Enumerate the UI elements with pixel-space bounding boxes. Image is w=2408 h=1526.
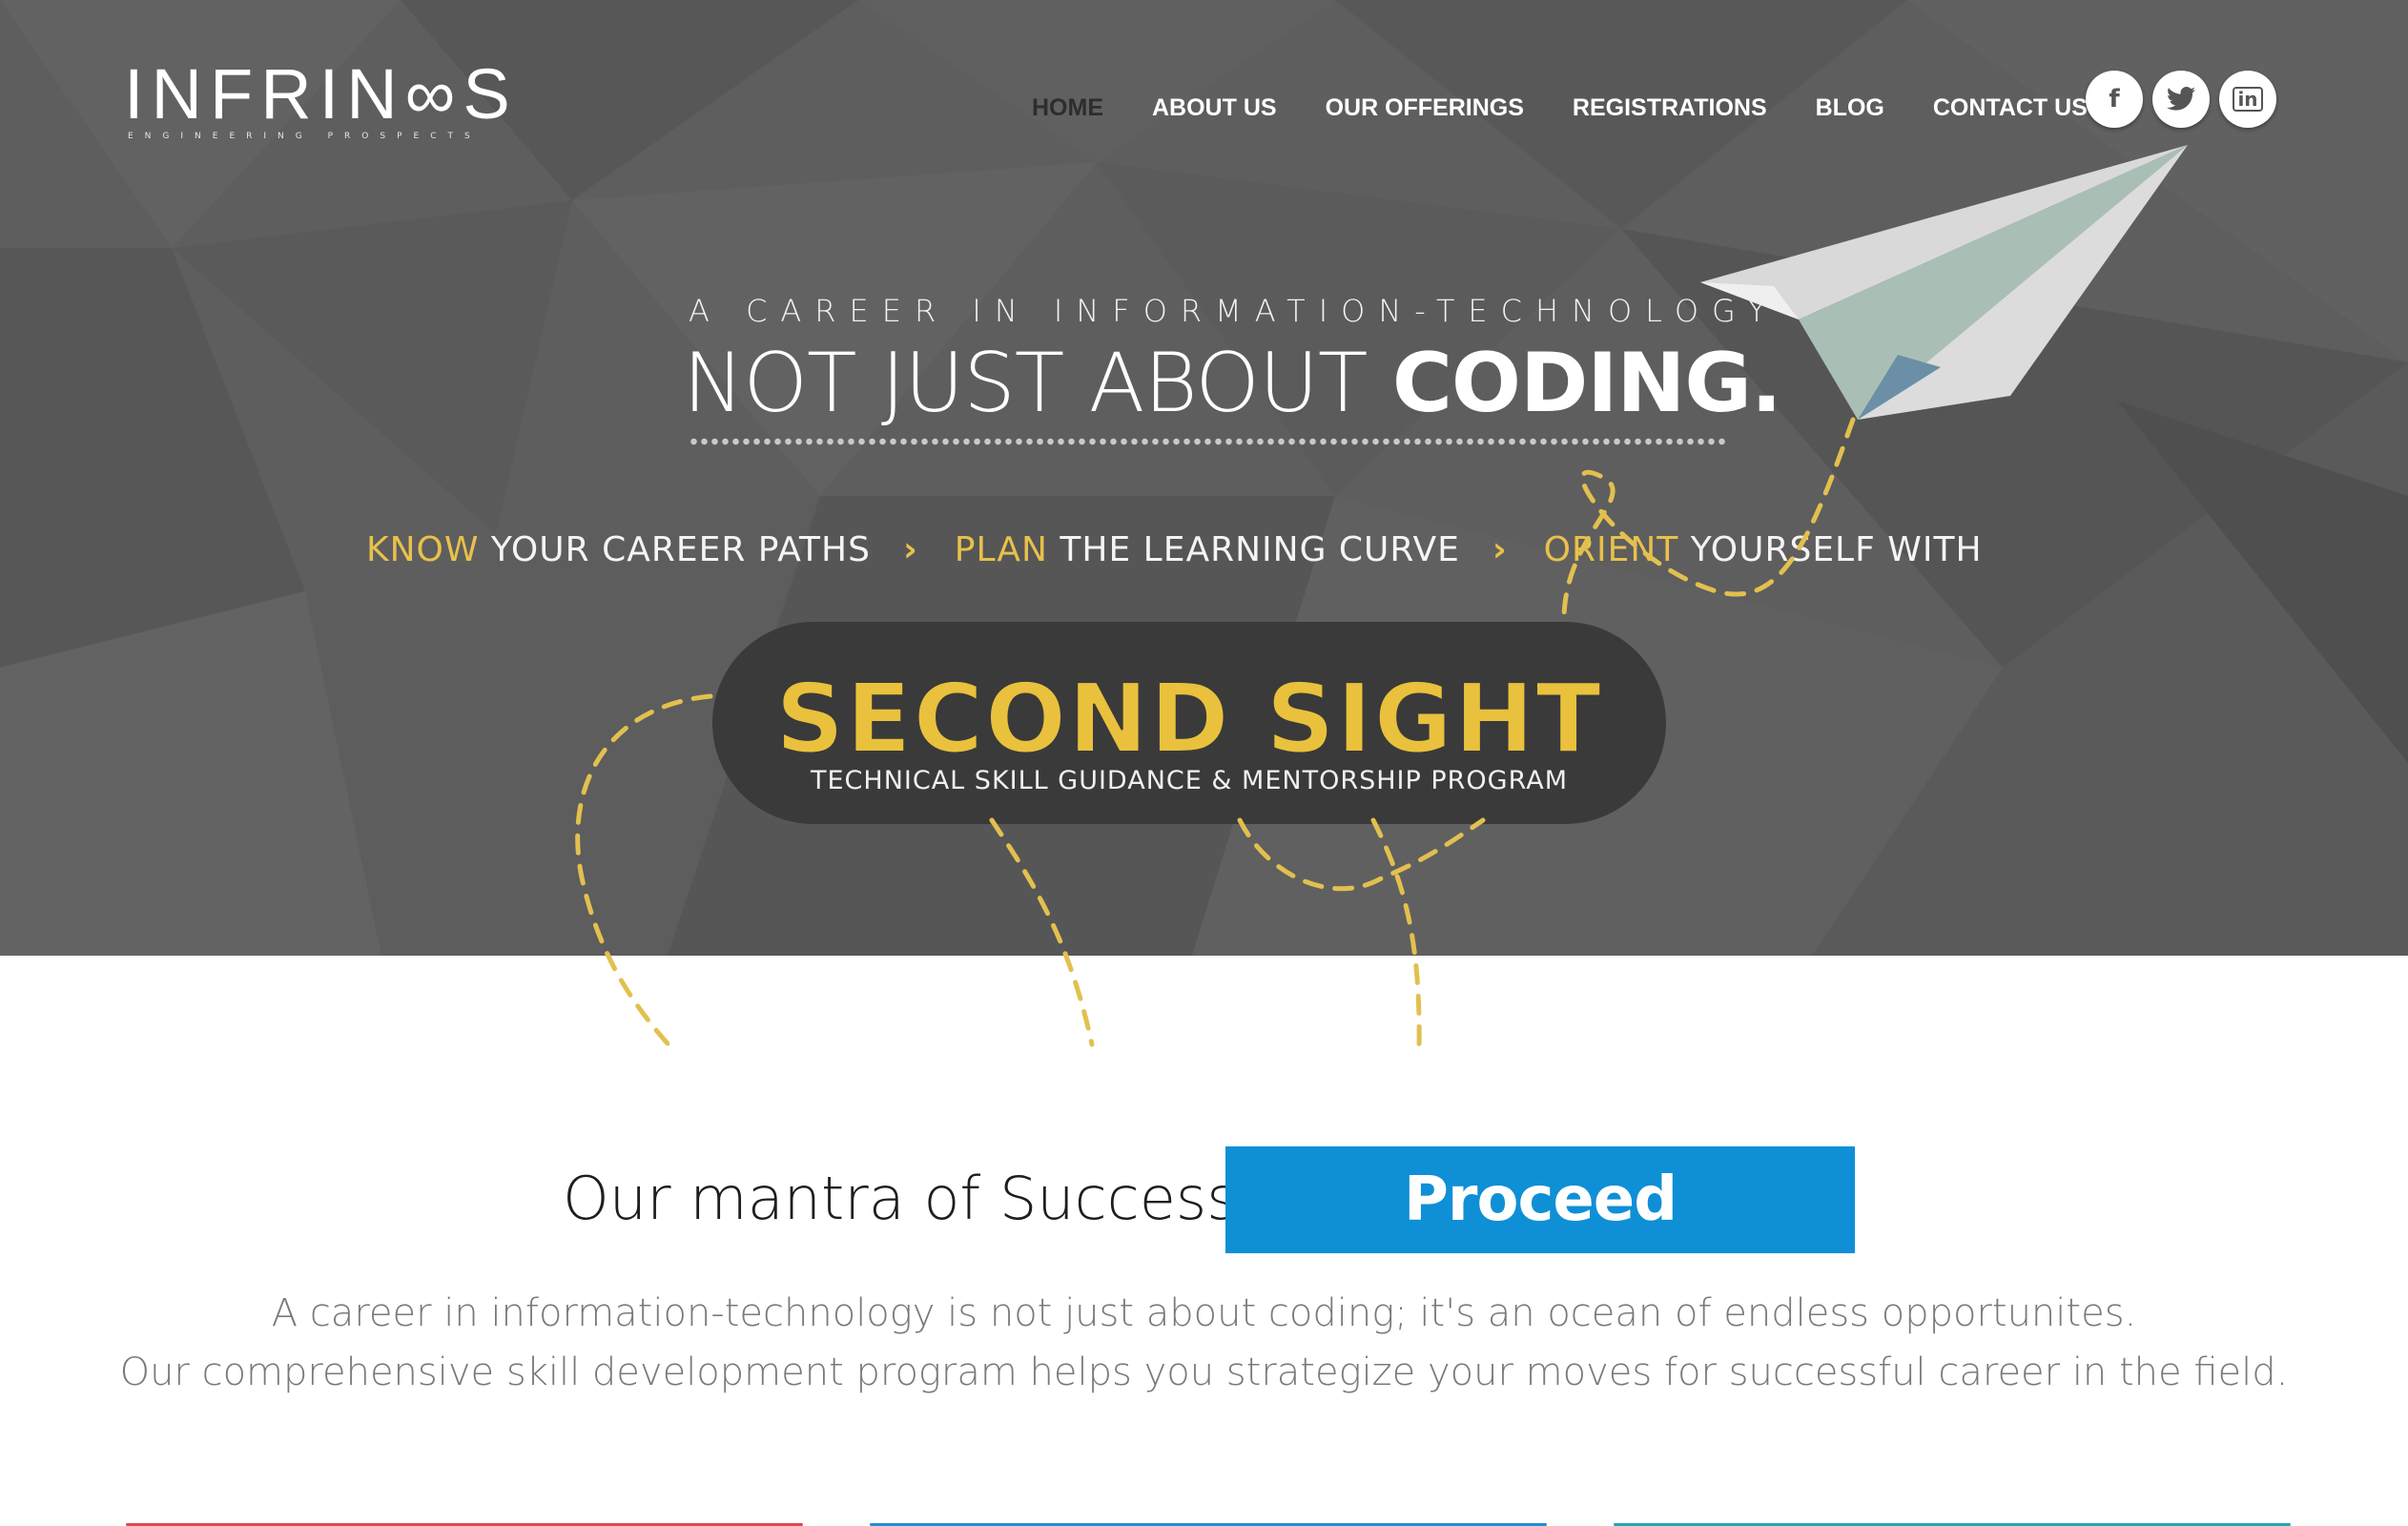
second-sight-badge[interactable]: SECOND SIGHT TECHNICAL SKILL GUIDANCE & … [712,622,1666,824]
step-know: KNOW YOUR CAREER PATHS [366,530,871,569]
hero-kicker: A CAREER IN INFORMATION-TECHNOLOGY IS [689,293,1858,329]
mantra-description-line-1: A career in information-technology is no… [271,1291,2137,1335]
twitter-icon[interactable] [2152,71,2210,128]
nav-blog[interactable]: BLOG [1816,92,1884,124]
headline-bold: CODING. [1391,336,1782,431]
nav-home[interactable]: HOME [1032,92,1103,124]
step-orient-highlight: ORIENT [1543,530,1679,569]
hero-headline: NOT JUST ABOUT CODING. [683,336,1782,431]
badge-subtitle: TECHNICAL SKILL GUIDANCE & MENTORSHIP PR… [810,766,1569,795]
logo-wordmark: INFRIN∞S [124,54,518,134]
twitter-bird [2167,87,2195,111]
step-plan: PLAN THE LEARNING CURVE [955,530,1460,569]
nav-contact-us[interactable]: CONTACT US [1933,92,2088,124]
social-links: f in [2086,71,2276,128]
headline-light: NOT JUST ABOUT [683,336,1392,431]
main-nav: HOME ABOUT US OUR OFFERINGS REGISTRATION… [1032,92,2136,124]
facebook-icon[interactable]: f [2086,71,2143,128]
brand-logo[interactable]: INFRIN∞S ENGINEERING PROSPECTS [124,59,582,158]
step-orient-text: YOURSELF WITH [1678,530,1983,569]
chevron-right-icon: › [1492,530,1508,569]
chevron-right-icon: › [902,530,918,569]
logo-tagline: ENGINEERING PROSPECTS [128,132,482,141]
nav-registrations[interactable]: REGISTRATIONS [1573,92,1767,124]
mantra-description-line-2: Our comprehensive skill development prog… [119,1351,2289,1394]
step-plan-highlight: PLAN [954,530,1048,569]
hero-section: INFRIN∞S ENGINEERING PROSPECTS HOME ABOU… [0,0,2408,956]
badge-title: SECOND SIGHT [774,663,1603,774]
mantra-highlight-box: Proceed Positively. [1225,1146,1855,1342]
mantra-label: Our mantra of Success : [563,1164,1277,1233]
nav-about-us[interactable]: ABOUT US [1152,92,1277,124]
step-know-text: YOUR CAREER PATHS [479,530,871,569]
facebook-glyph: f [2109,85,2120,113]
linkedin-icon[interactable]: in [2219,71,2276,128]
step-plan-text: THE LEARNING CURVE [1047,530,1460,569]
linkedin-glyph: in [2233,87,2263,112]
step-orient: ORIENT YOURSELF WITH [1544,530,1983,569]
nav-our-offerings[interactable]: OUR OFFERINGS [1326,92,1524,124]
step-know-highlight: KNOW [366,530,480,569]
headline-dotted-rule [689,438,1728,445]
career-steps: KNOW YOUR CAREER PATHS › PLAN THE LEARNING… [366,526,1983,574]
